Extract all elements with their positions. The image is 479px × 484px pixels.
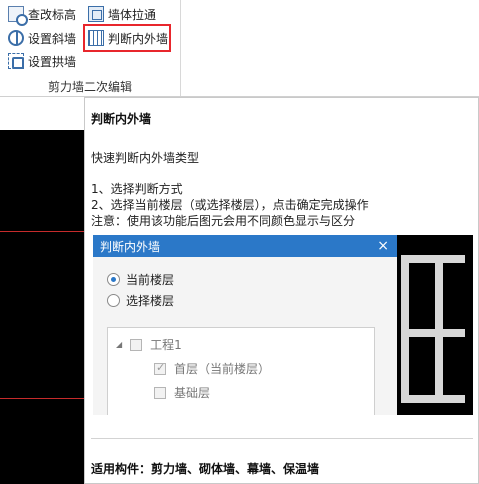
tooltip-step-2: 2、选择当前楼层（或选择楼层），点击确定完成操作: [91, 198, 369, 212]
set-slant-wall-button[interactable]: 设置斜墙: [8, 27, 76, 49]
tree-item-base-floor[interactable]: 基础层: [154, 384, 210, 401]
set-slant-wall-label: 设置斜墙: [28, 31, 77, 46]
wall-segment: [401, 255, 409, 403]
dialog-preview: 判断内外墙 × 当前楼层 选择楼层 ◢ 工程1 首层（当前楼层）: [93, 235, 397, 415]
wall-segment: [435, 255, 443, 403]
set-arch-wall-button[interactable]: 设置拱墙: [8, 50, 76, 72]
drawing-canvas[interactable]: [0, 130, 84, 484]
radio-current-floor[interactable]: 当前楼层: [107, 271, 174, 288]
tooltip-preview-image: 判断内外墙 × 当前楼层 选择楼层 ◢ 工程1 首层（当前楼层）: [93, 235, 473, 415]
radio-selected-icon: [107, 273, 120, 286]
tree-first-floor-label: 首层（当前楼层）: [174, 362, 271, 376]
checkbox-icon[interactable]: [130, 338, 143, 351]
wall-extend-button[interactable]: 墙体拉通: [88, 3, 156, 25]
floor-tree: ◢ 工程1 首层（当前楼层） 基础层: [107, 327, 375, 415]
tree-item-first-floor[interactable]: 首层（当前楼层）: [154, 360, 270, 377]
tooltip-description: 快速判断内外墙类型: [91, 151, 200, 165]
elevation-icon: [8, 6, 28, 26]
tooltip-title: 判断内外墙: [91, 112, 152, 126]
radio-unselected-icon: [107, 294, 120, 307]
axis-line: [0, 398, 84, 399]
tooltip-footer: 适用构件：剪力墙、砌体墙、幕墙、保温墙: [91, 462, 320, 476]
ribbon-group-label: 剪力墙二次编辑: [48, 80, 133, 94]
wall-segment: [401, 329, 465, 337]
dialog-title: 判断内外墙: [100, 239, 161, 254]
tooltip-note: 注意：使用该功能后图元会用不同颜色显示与区分: [91, 214, 356, 228]
command-tooltip: 判断内外墙 快速判断内外墙类型 1、选择判断方式 2、选择当前楼层（或选择楼层）…: [84, 97, 479, 484]
arch-wall-icon: [8, 53, 24, 69]
tooltip-divider: [91, 438, 473, 439]
checkbox-icon[interactable]: [154, 386, 166, 399]
wall-segment: [401, 395, 465, 403]
tree-base-floor-label: 基础层: [174, 386, 211, 400]
dialog-title-bar: 判断内外墙 ×: [93, 235, 397, 257]
wall-extend-icon: [88, 6, 104, 22]
radio-select-floor-label: 选择楼层: [126, 294, 175, 308]
collapse-triangle-icon[interactable]: ◢: [116, 340, 122, 349]
group-separator: [180, 0, 181, 96]
check-elevation-button[interactable]: 查改标高: [8, 3, 77, 26]
radio-select-floor[interactable]: 选择楼层: [107, 292, 174, 309]
slant-wall-icon: [8, 30, 24, 46]
tooltip-step-1: 1、选择判断方式: [91, 182, 183, 196]
axis-line: [0, 231, 84, 232]
highlight-box: [83, 24, 171, 52]
ribbon-panel: 查改标高 墙体拉通 设置斜墙 判断内外墙 设置拱墙 剪力墙二次编辑: [0, 0, 479, 100]
set-arch-wall-label: 设置拱墙: [28, 54, 77, 69]
radio-current-floor-label: 当前楼层: [126, 273, 175, 287]
close-icon[interactable]: ×: [377, 238, 389, 254]
wall-extend-label: 墙体拉通: [108, 7, 157, 22]
tree-item-project[interactable]: ◢ 工程1: [116, 336, 182, 353]
wall-segment: [401, 255, 465, 263]
check-elevation-label: 查改标高: [28, 7, 77, 22]
checkbox-checked-icon[interactable]: [154, 361, 166, 375]
tree-project-label: 工程1: [150, 338, 182, 352]
